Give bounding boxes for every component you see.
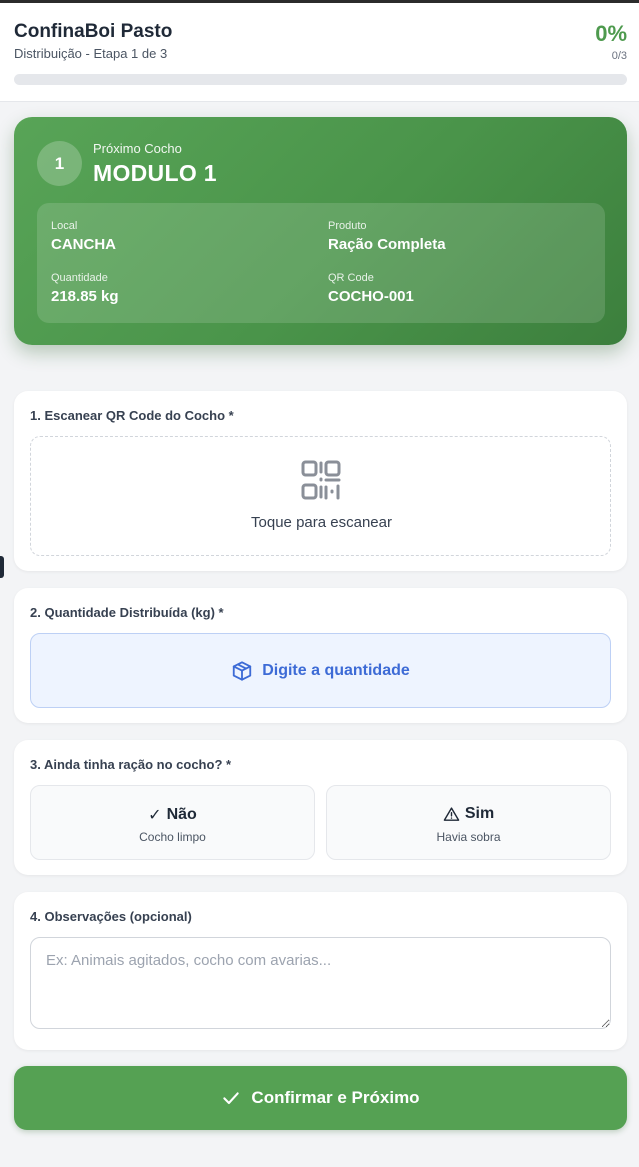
progress-percent: 0% xyxy=(595,21,627,46)
scan-section-label: 1. Escanear QR Code do Cocho * xyxy=(30,408,234,423)
scan-prompt: Toque para escanear xyxy=(251,514,392,531)
check-icon xyxy=(223,1092,240,1105)
option-no-title-row: ✓ Não xyxy=(31,805,314,825)
leftover-section-label: 3. Ainda tinha ração no cocho? * xyxy=(30,757,232,772)
trough-name: MODULO 1 xyxy=(93,160,217,186)
option-no-subtitle: Cocho limpo xyxy=(139,830,206,844)
option-yes-leftover[interactable]: Sim Havia sobra xyxy=(326,785,611,860)
leftover-section: 3. Ainda tinha ração no cocho? * ✓ Não C… xyxy=(14,740,627,875)
package-icon xyxy=(233,660,252,681)
option-yes-title: Sim xyxy=(464,805,495,822)
checkmark-icon: ✓ xyxy=(148,807,162,824)
step-subtitle: Distribuição - Etapa 1 de 3 xyxy=(14,46,168,61)
product-value: Ração Completa xyxy=(328,236,446,253)
progress-count: 0/3 xyxy=(611,50,627,62)
confirm-next-button[interactable]: Confirmar e Próximo xyxy=(14,1066,627,1130)
quantity-section-label: 2. Quantidade Distribuída (kg) * xyxy=(30,605,224,620)
trough-details-panel: Local CANCHA Produto Ração Completa Quan… xyxy=(37,203,605,323)
quantity-value: 218.85 kg xyxy=(51,288,119,305)
quantity-label: Quantidade xyxy=(51,272,108,284)
app-header: ConfinaBoi Pasto Distribuição - Etapa 1 … xyxy=(0,3,639,102)
local-value: CANCHA xyxy=(51,236,116,253)
step-number-badge: 1 xyxy=(37,141,82,186)
enter-quantity-button[interactable]: Digite a quantidade xyxy=(30,633,611,708)
option-yes-subtitle: Havia sobra xyxy=(436,830,501,844)
notes-textarea[interactable] xyxy=(30,937,611,1029)
enter-quantity-label: Digite a quantidade xyxy=(262,661,410,679)
qr-code-icon xyxy=(301,460,341,500)
option-yes-title-row: Sim xyxy=(327,805,610,823)
qr-code-value: COCHO-001 xyxy=(328,288,414,305)
qr-code-label: QR Code xyxy=(328,272,374,284)
option-no-leftover[interactable]: ✓ Não Cocho limpo xyxy=(30,785,315,860)
product-label: Produto xyxy=(328,220,367,232)
option-no-title: Não xyxy=(166,806,197,823)
confirm-next-label: Confirmar e Próximo xyxy=(251,1088,420,1107)
local-label: Local xyxy=(51,220,78,232)
next-trough-card: 1 Próximo Cocho MODULO 1 Local CANCHA Pr… xyxy=(14,117,627,345)
quantity-section: 2. Quantidade Distribuída (kg) * Digite … xyxy=(14,588,627,723)
app-title: ConfinaBoi Pasto xyxy=(14,21,173,42)
progress-bar xyxy=(14,74,627,85)
scan-qr-section: 1. Escanear QR Code do Cocho * Toque par… xyxy=(14,391,627,571)
warning-icon xyxy=(443,806,460,821)
notes-section: 4. Observações (opcional) xyxy=(14,892,627,1050)
next-trough-label: Próximo Cocho xyxy=(93,141,182,156)
edge-handle xyxy=(0,556,4,578)
notes-section-label: 4. Observações (opcional) xyxy=(30,909,192,924)
scan-qr-button[interactable]: Toque para escanear xyxy=(30,436,611,556)
